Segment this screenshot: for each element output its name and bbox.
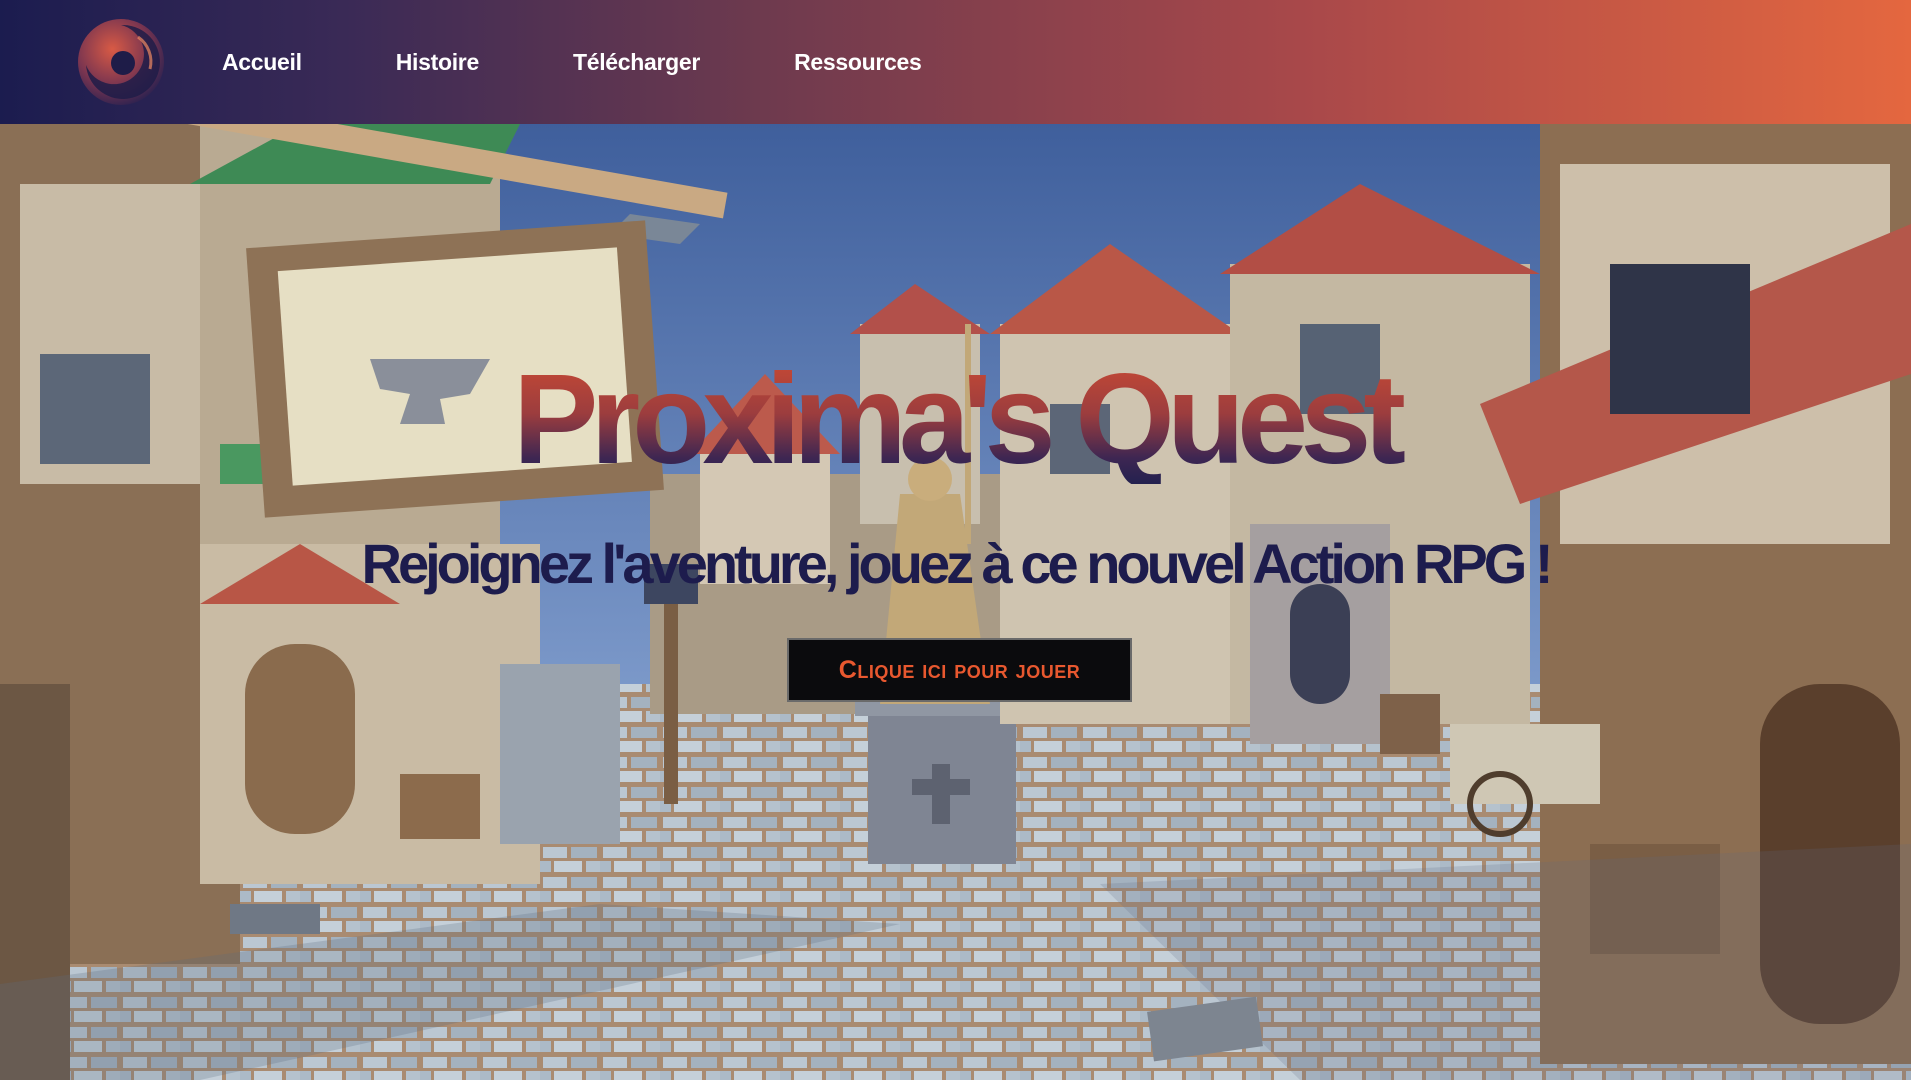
hero-section: Proxima's Quest Rejoignez l'aventure, jo…	[0, 124, 1911, 1080]
play-button[interactable]: Clique ici pour jouer	[787, 638, 1132, 702]
nav-link-accueil[interactable]: Accueil	[222, 49, 302, 76]
hero-subtitle: Rejoignez l'aventure, jouez à ce nouvel …	[361, 532, 1554, 595]
game-title: Proxima's Quest	[0, 356, 1911, 484]
nav-link-ressources[interactable]: Ressources	[794, 49, 922, 76]
nav-link-telecharger[interactable]: Télécharger	[573, 49, 700, 76]
top-navbar: Accueil Histoire Télécharger Ressources	[0, 0, 1911, 124]
village-background-image	[0, 124, 1911, 1080]
main-nav: Accueil Histoire Télécharger Ressources	[222, 0, 1015, 124]
proxima-logo-icon[interactable]	[76, 17, 166, 107]
nav-link-histoire[interactable]: Histoire	[396, 49, 480, 76]
page: Accueil Histoire Télécharger Ressources	[0, 0, 1911, 1080]
